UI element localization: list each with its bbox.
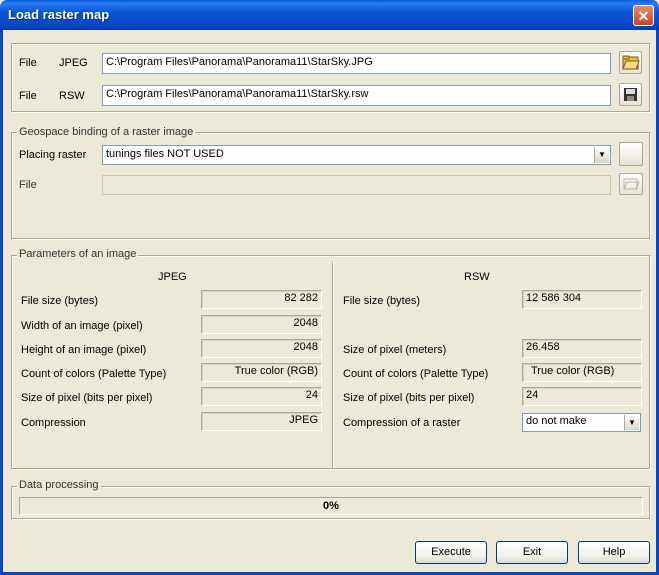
- rsw-file-label: File: [19, 90, 37, 102]
- rsw-compression-select[interactable]: do not make ▼: [522, 413, 641, 432]
- placing-raster-select[interactable]: tunings files NOT USED ▼: [102, 145, 611, 165]
- jpeg-file-label: File: [19, 57, 37, 69]
- folder-open-icon: [622, 55, 640, 70]
- jpeg-compression-value: JPEG: [201, 412, 322, 431]
- rsw-type-label: RSW: [59, 90, 85, 102]
- parameters-legend: Parameters of an image: [17, 248, 139, 260]
- jpeg-type-label: JPEG: [59, 57, 88, 69]
- geospace-legend: Geospace binding of a raster image: [17, 126, 196, 138]
- save-icon: [624, 88, 637, 101]
- rsw-pixel-meters-value: 26.458: [522, 339, 642, 358]
- rsw-file-size-label: File size (bytes): [343, 295, 421, 307]
- rsw-pixel-meters-label: Size of pixel (meters): [343, 344, 447, 356]
- jpeg-bpp-label: Size of pixel (bits per pixel): [21, 392, 153, 404]
- window-title: Load raster map: [8, 7, 110, 22]
- close-button[interactable]: ✕: [633, 5, 654, 26]
- folder-open-icon: [623, 178, 640, 190]
- geospace-file-input[interactable]: [102, 175, 611, 195]
- jpeg-bpp-value: 24: [201, 387, 322, 406]
- save-rsw-button[interactable]: [619, 83, 642, 106]
- rsw-compression-label: Compression of a raster: [343, 417, 461, 429]
- jpeg-compression-label: Compression: [21, 417, 86, 429]
- geospace-file-open-button[interactable]: [619, 173, 643, 195]
- exit-button[interactable]: Exit: [496, 541, 568, 564]
- rsw-bpp-label: Size of pixel (bits per pixel): [343, 392, 475, 404]
- chevron-down-icon[interactable]: ▼: [624, 415, 639, 430]
- placing-raster-value: tunings files NOT USED: [106, 148, 224, 160]
- jpeg-width-value: 2048: [201, 315, 322, 334]
- rsw-column-header: RSW: [464, 271, 490, 283]
- progress-text: 0%: [323, 500, 339, 512]
- help-button[interactable]: Help: [578, 541, 650, 564]
- jpeg-colors-label: Count of colors (Palette Type): [21, 368, 167, 380]
- processing-legend: Data processing: [17, 479, 101, 491]
- jpeg-path-input[interactable]: C:\Program Files\Panorama\Panorama11\Sta…: [102, 53, 611, 74]
- jpeg-column-header: JPEG: [158, 271, 187, 283]
- placing-raster-label: Placing raster: [19, 149, 87, 161]
- jpeg-height-value: 2048: [201, 339, 322, 358]
- jpeg-file-size-label: File size (bytes): [21, 295, 99, 307]
- progress-bar: 0%: [19, 497, 643, 515]
- execute-button[interactable]: Execute: [415, 541, 487, 564]
- jpeg-width-label: Width of an image (pixel): [21, 320, 143, 332]
- jpeg-height-label: Height of an image (pixel): [21, 344, 147, 356]
- rsw-path-input[interactable]: C:\Program Files\Panorama\Panorama11\Sta…: [102, 85, 611, 106]
- title-bar: Load raster map ✕: [0, 0, 659, 30]
- geospace-file-label: File: [19, 179, 37, 191]
- chevron-down-icon[interactable]: ▼: [594, 147, 609, 163]
- jpeg-colors-value: True color (RGB): [201, 363, 322, 382]
- parameters-divider: [332, 262, 334, 468]
- rsw-colors-value: True color (RGB): [522, 363, 642, 382]
- close-icon: ✕: [637, 8, 650, 24]
- rsw-bpp-value: 24: [522, 387, 642, 406]
- rsw-compression-value: do not make: [526, 415, 587, 427]
- rsw-file-size-value: 12 586 304: [522, 290, 642, 309]
- open-jpeg-button[interactable]: [619, 51, 642, 74]
- rsw-colors-label: Count of colors (Palette Type): [343, 368, 489, 380]
- placing-raster-extra-button[interactable]: [619, 142, 643, 166]
- jpeg-file-size-value: 82 282: [201, 290, 322, 309]
